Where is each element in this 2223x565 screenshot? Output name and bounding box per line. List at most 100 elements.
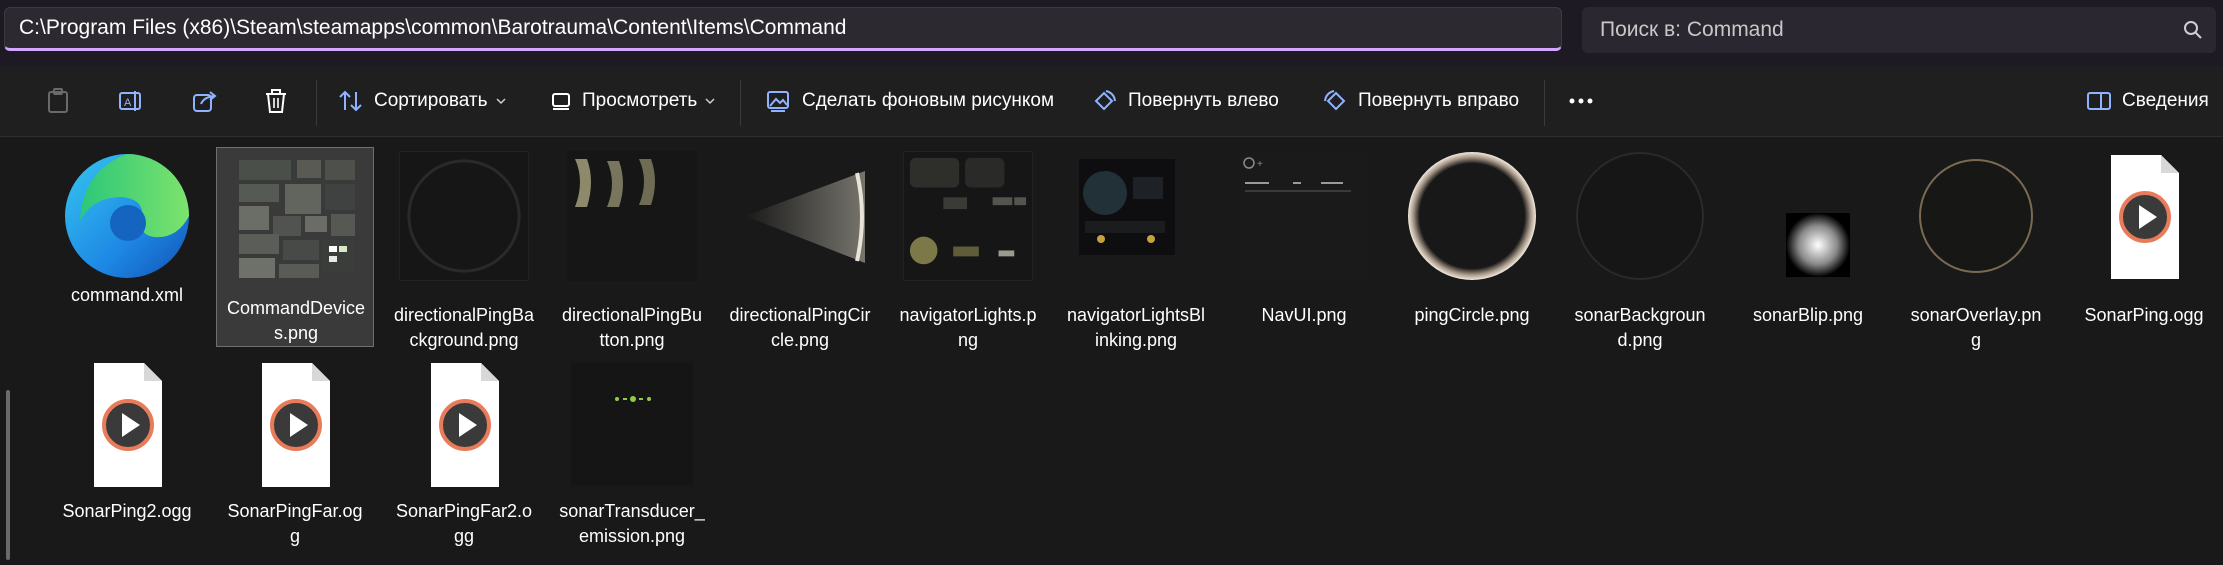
file-name: SonarPing2.ogg [62,501,192,521]
file-name: sonarOverlay.pn g [1897,303,2055,353]
image-thumbnail [903,151,1033,281]
share-icon [193,91,217,112]
file-name: command.xml [70,285,184,305]
rotate-right-button[interactable]: Повернуть вправо [1322,66,1519,136]
file-name: SonarPing.ogg [2084,305,2204,325]
sort-icon [339,90,362,112]
image-thumbnail [399,151,529,281]
file-item[interactable]: pingCircle.png [1393,145,1551,345]
details-button[interactable]: Сведения [2086,66,2209,136]
file-item[interactable]: + NavUI.png [1225,145,1383,345]
set-background-button[interactable]: Сделать фоновым рисунком [766,66,1054,136]
details-label: Сведения [2122,90,2209,111]
file-name-line: ng [957,330,979,350]
file-name-line: navigatorLightsBl [1066,305,1206,325]
file-item[interactable]: command.xml [48,145,206,345]
file-name: CommandDevice s.png [217,296,375,346]
file-name: directionalPingBu tton.png [553,303,711,353]
image-thumbnail [1919,159,2033,273]
image-thumbnail [1408,152,1536,280]
share-button[interactable] [192,66,218,136]
file-item[interactable]: SonarPingFar2.o gg [385,353,543,553]
search-box[interactable]: Поиск в: Command [1582,7,2216,53]
file-item[interactable]: directionalPingBa ckground.png [385,145,543,350]
file-item[interactable]: sonarBackgroun d.png [1561,145,1719,350]
file-name-line: SonarPingFar.og [227,501,363,521]
file-item[interactable]: SonarPing.ogg [2065,145,2223,345]
image-thumbnail [567,151,697,281]
file-name-line: g [1970,330,1981,350]
paste-button[interactable] [46,66,70,136]
rename-button[interactable]: A [118,66,144,136]
sort-label: Сортировать [374,90,488,111]
rotate-left-label: Повернуть влево [1128,90,1279,111]
rotate-right-label: Повернуть вправо [1358,90,1520,111]
trash-icon [266,89,286,113]
clipboard-icon [48,88,68,113]
file-item[interactable]: navigatorLights.p ng [889,145,1047,350]
image-thumbnail [1079,159,1175,255]
file-name: sonarTransducer_ emission.png [553,499,711,549]
file-name: directionalPingCir cle.png [721,303,879,353]
command-bar: A Сортировать Просмотреть Сделать фоновы… [0,66,2223,137]
view-button[interactable]: Просмотреть [550,66,715,136]
file-name-line: ckground.png [409,330,519,350]
toolbar-divider [1544,80,1545,126]
file-name-line: gg [453,526,475,546]
svg-text:A: A [124,97,132,109]
file-name: sonarBackgroun d.png [1561,303,1719,353]
file-name-line: CommandDevice [226,298,366,318]
toolbar-divider [740,80,741,126]
svg-text:+: + [1257,159,1263,170]
image-thumbnail: + [1239,151,1369,281]
file-item[interactable]: SonarPingFar.og g [216,353,374,553]
file-name-line: sonarOverlay.pn [1910,305,2042,325]
media-file-icon [2111,155,2179,279]
search-input[interactable]: Поиск в: Command [1600,18,1784,41]
file-item[interactable]: sonarOverlay.pn g [1897,145,2055,350]
file-name-line: directionalPingBu [561,305,703,325]
file-name: sonarBlip.png [1752,305,1864,325]
media-file-icon [262,363,330,487]
rotate-right-icon [1324,90,1346,111]
edge-icon [65,154,189,278]
file-name: navigatorLightsBl inking.png [1057,303,1215,353]
chevron-down-icon [705,98,715,105]
details-pane-icon [2087,92,2111,110]
file-name-line: g [289,526,300,546]
file-name-line: s.png [273,323,319,343]
file-name-line: directionalPingCir [729,305,871,325]
sort-button[interactable]: Сортировать [338,66,506,136]
file-name: SonarPingFar2.o gg [385,499,543,549]
image-thumbnail [745,171,865,263]
file-item[interactable]: navigatorLightsBl inking.png [1057,145,1215,350]
image-thumbnail [1786,213,1850,277]
file-list-pane: command.xml CommandDevice s.png directio… [0,137,2223,565]
file-name: NavUI.png [1261,305,1347,325]
delete-button[interactable] [264,66,288,136]
file-item[interactable]: sonarBlip.png [1729,145,1887,345]
file-name: SonarPingFar.og g [216,499,374,549]
chevron-down-icon [496,98,506,105]
view-label: Просмотреть [582,90,698,111]
file-item-selected[interactable]: CommandDevice s.png [216,147,374,347]
vertical-scrollbar[interactable] [6,390,10,560]
file-item[interactable]: sonarTransducer_ emission.png [553,353,711,553]
toolbar-divider [316,80,317,126]
file-item[interactable]: directionalPingCir cle.png [721,145,879,350]
image-thumbnail [1576,152,1704,280]
file-name-line: d.png [1617,330,1663,350]
more-options-button[interactable] [1568,66,1594,136]
file-name-line: tton.png [599,330,665,350]
media-file-icon [431,363,499,487]
view-icon [552,93,570,110]
file-item[interactable]: directionalPingBu tton.png [553,145,711,350]
file-name-line: cle.png [770,330,830,350]
file-name-line: sonarTransducer_ [559,501,705,521]
rename-icon: A [119,91,141,111]
search-icon[interactable] [2182,19,2204,41]
file-item[interactable]: SonarPing2.ogg [48,353,206,553]
address-bar[interactable]: C:\Program Files (x86)\Steam\steamapps\c… [4,7,1562,51]
rotate-left-button[interactable]: Повернуть влево [1092,66,1279,136]
file-name-line: inking.png [1094,330,1178,350]
